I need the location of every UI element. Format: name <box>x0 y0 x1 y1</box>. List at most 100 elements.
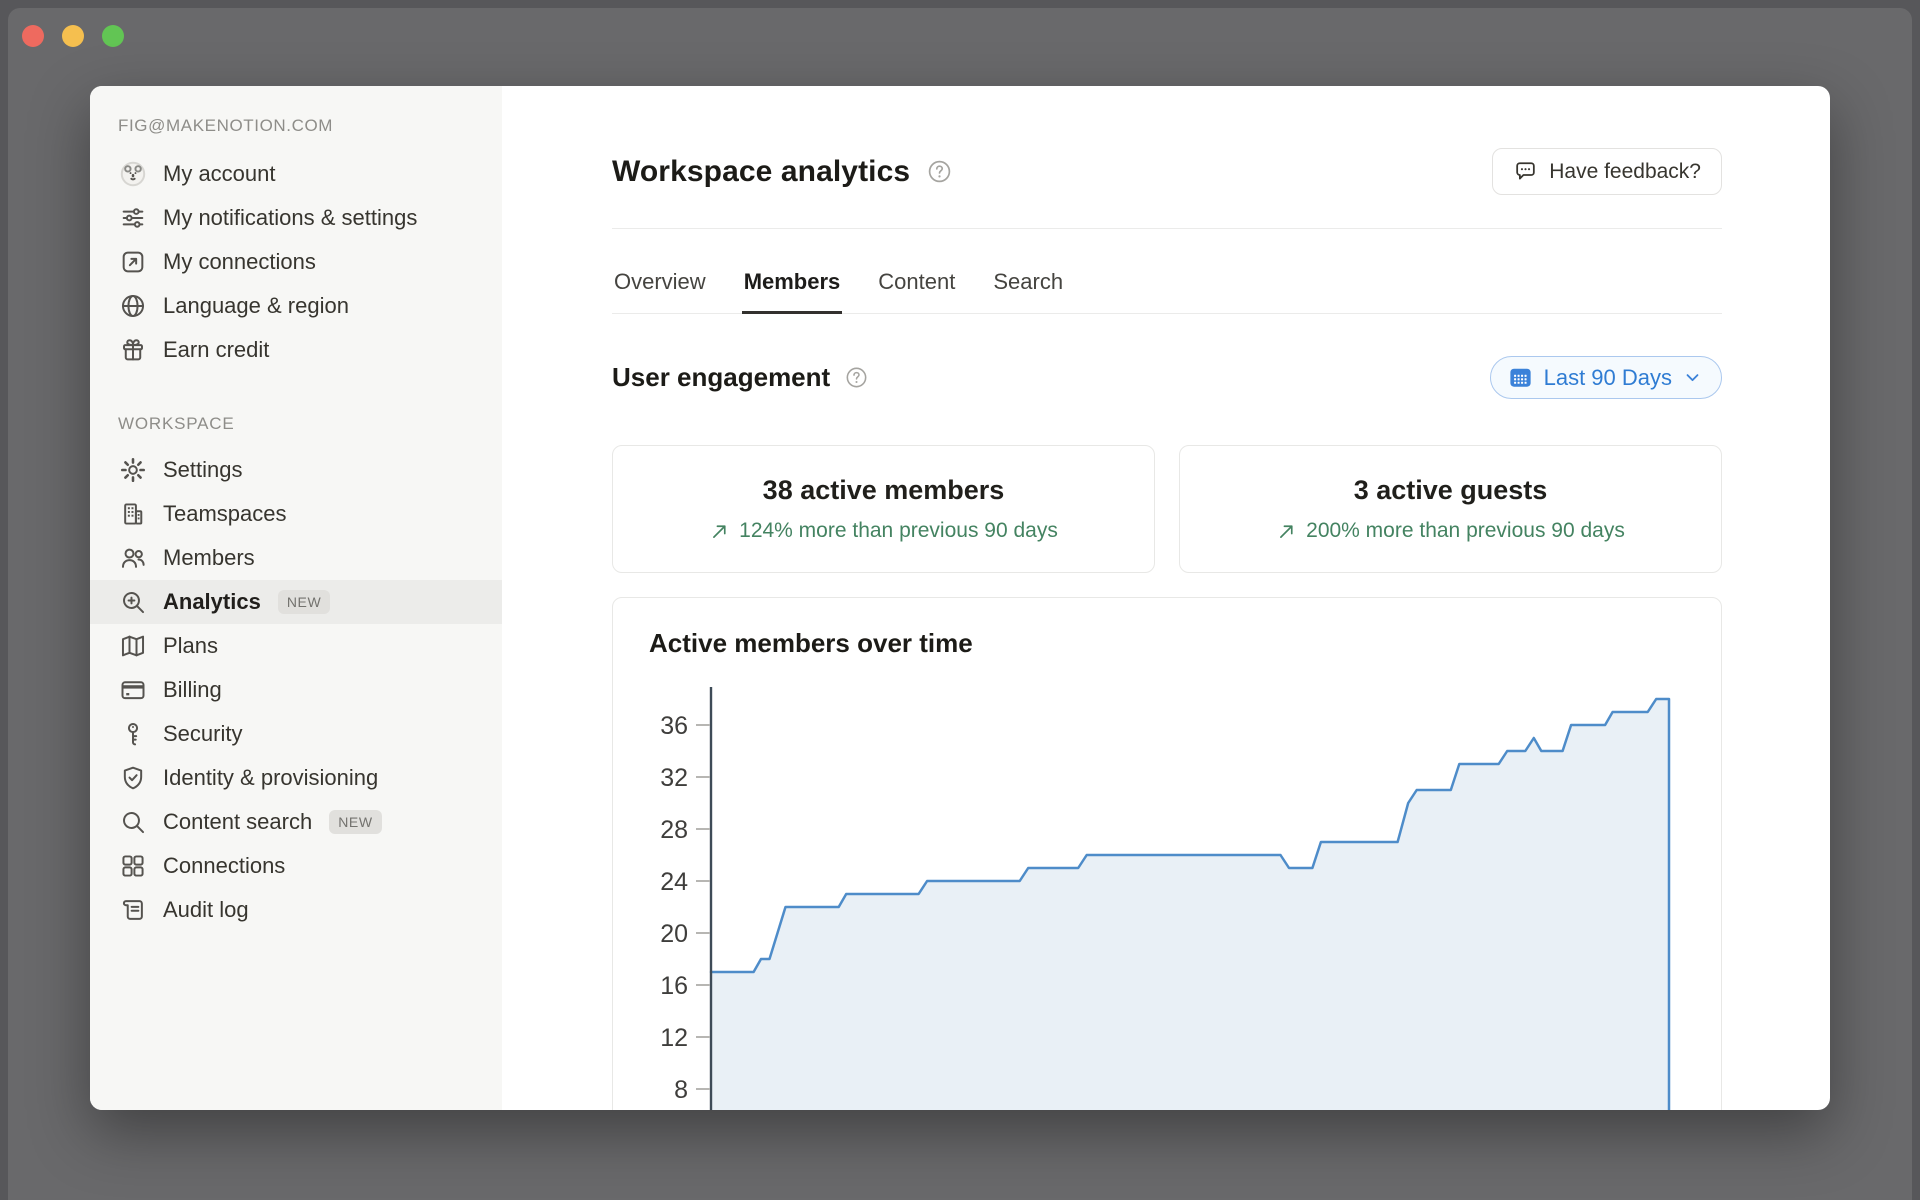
sidebar-item-my-notifications-settings[interactable]: My notifications & settings <box>90 196 502 240</box>
active-members-area-chart: 36 32 28 24 20 16 12 8 <box>660 687 1671 1110</box>
sidebar-item-label: Content search <box>163 808 313 834</box>
sidebar-item-label: Billing <box>163 676 222 702</box>
sidebar-item-earn-credit[interactable]: Earn credit <box>90 328 502 372</box>
sidebar-item-label: My account <box>163 160 276 186</box>
building-icon <box>118 499 148 529</box>
speech-bubble-icon <box>1513 159 1538 184</box>
stat-value: 38 active members <box>762 475 1005 505</box>
arrow-trend-up-icon <box>1276 521 1297 542</box>
grid-icon <box>118 851 148 881</box>
analytics-main: Workspace analytics Have feedback? Overv… <box>502 86 1830 1110</box>
svg-text:20: 20 <box>660 920 688 948</box>
active-members-chart-card: Active members over time 36 32 28 24 20 16 12 8 <box>612 597 1722 1110</box>
sidebar-item-label: Settings <box>163 456 243 482</box>
sidebar-item-analytics[interactable]: Analytics NEW <box>90 580 502 624</box>
tab-content[interactable]: Content <box>876 263 957 314</box>
sidebar-item-label: Identity & provisioning <box>163 764 379 790</box>
stat-delta-text: 124% more than previous 90 days <box>739 519 1058 542</box>
stat-cards: 38 active members 124% more than previous… <box>612 445 1722 573</box>
arrow-trend-up-icon <box>709 521 730 542</box>
date-range-label: Last 90 Days <box>1543 364 1672 390</box>
credit-card-icon <box>118 675 148 705</box>
workspace-section: Settings Teamspaces Members Analytics NEW Pla… <box>90 448 502 932</box>
user-engagement-title: User engagement <box>612 362 831 392</box>
sidebar-item-connections[interactable]: Connections <box>90 844 502 888</box>
magnifier-icon <box>118 807 148 837</box>
have-feedback-button[interactable]: Have feedback? <box>1492 148 1722 195</box>
stat-delta: 200% more than previous 90 days <box>1276 519 1625 543</box>
calendar-icon <box>1507 364 1534 391</box>
header-divider <box>612 228 1722 229</box>
screen: FIG@MAKENOTION.COM My account My notifica… <box>0 0 1920 1200</box>
sidebar-item-members[interactable]: Members <box>90 536 502 580</box>
sidebar-item-label: Teamspaces <box>163 500 287 526</box>
sidebar-item-content-search[interactable]: Content search NEW <box>90 800 502 844</box>
have-feedback-label: Have feedback? <box>1549 159 1701 183</box>
stat-card-3-active-guests: 3 active guests 200% more than previous 9… <box>1179 445 1722 573</box>
sidebar-item-billing[interactable]: Billing <box>90 668 502 712</box>
globe-icon <box>118 291 148 321</box>
svg-text:28: 28 <box>660 816 688 844</box>
svg-text:32: 32 <box>660 764 688 792</box>
minimize-button[interactable] <box>62 25 84 47</box>
sidebar-item-label: Security <box>163 720 243 746</box>
stat-value: 3 active guests <box>1353 475 1548 505</box>
stat-delta-text: 200% more than previous 90 days <box>1306 519 1625 542</box>
page-header: Workspace analytics Have feedback? <box>612 148 1722 195</box>
svg-text:12: 12 <box>660 1024 688 1052</box>
gear-icon <box>118 455 148 485</box>
sidebar-item-label: Audit log <box>163 896 249 922</box>
settings-modal: FIG@MAKENOTION.COM My account My notifica… <box>90 86 1830 1110</box>
tab-search[interactable]: Search <box>991 263 1065 314</box>
map-icon <box>118 631 148 661</box>
sidebar-item-identity-provisioning[interactable]: Identity & provisioning <box>90 756 502 800</box>
sidebar-item-label: Connections <box>163 852 286 878</box>
svg-text:36: 36 <box>660 712 688 740</box>
gift-icon <box>118 335 148 365</box>
magnifier-plus-icon <box>118 587 148 617</box>
tab-overview[interactable]: Overview <box>612 263 708 314</box>
sidebar-item-label: My connections <box>163 248 316 274</box>
members-icon <box>118 543 148 573</box>
sidebar-item-label: Analytics <box>163 588 261 614</box>
tab-members[interactable]: Members <box>741 263 843 314</box>
question-circle-icon[interactable] <box>844 365 869 390</box>
sliders-icon <box>118 203 148 233</box>
date-range-selector[interactable]: Last 90 Days <box>1489 356 1722 399</box>
new-badge: NEW <box>329 810 382 834</box>
sidebar-item-label: My notifications & settings <box>163 204 418 230</box>
sidebar-item-settings[interactable]: Settings <box>90 448 502 492</box>
sidebar-item-security[interactable]: Security <box>90 712 502 756</box>
sidebar-item-teamspaces[interactable]: Teamspaces <box>90 492 502 536</box>
sidebar-item-language-region[interactable]: Language & region <box>90 284 502 328</box>
stat-delta: 124% more than previous 90 days <box>709 519 1058 543</box>
svg-text:16: 16 <box>660 972 688 1000</box>
account-section: My account My notifications & settings My … <box>90 152 502 372</box>
sidebar-item-label: Earn credit <box>163 336 270 362</box>
sidebar-item-my-account[interactable]: My account <box>90 152 502 196</box>
sidebar-item-my-connections[interactable]: My connections <box>90 240 502 284</box>
traffic-lights <box>22 25 124 47</box>
close-button[interactable] <box>22 25 44 47</box>
key-icon <box>118 719 148 749</box>
chart-title: Active members over time <box>649 628 973 658</box>
chevron-down-icon <box>1682 367 1703 388</box>
scroll-icon <box>118 895 148 925</box>
new-badge: NEW <box>277 590 331 614</box>
sidebar-item-label: Language & region <box>163 292 349 318</box>
user-engagement-header: User engagement Last 90 Days <box>612 356 1722 399</box>
arrow-up-right-box-icon <box>118 247 148 277</box>
page-title: Workspace analytics <box>612 154 911 188</box>
zoom-button[interactable] <box>102 25 124 47</box>
svg-text:24: 24 <box>660 868 688 896</box>
workspace-section-label: WORKSPACE <box>118 414 235 433</box>
sidebar-item-label: Plans <box>163 632 219 658</box>
shield-check-icon <box>118 763 148 793</box>
avatar <box>118 159 148 189</box>
question-circle-icon[interactable] <box>926 158 953 185</box>
stat-card-38-active-members: 38 active members 124% more than previous… <box>612 445 1155 573</box>
sidebar-item-plans[interactable]: Plans <box>90 624 502 668</box>
sidebar-item-audit-log[interactable]: Audit log <box>90 888 502 932</box>
analytics-tabs: Overview Members Content Search <box>612 263 1722 314</box>
svg-text:8: 8 <box>674 1076 688 1104</box>
